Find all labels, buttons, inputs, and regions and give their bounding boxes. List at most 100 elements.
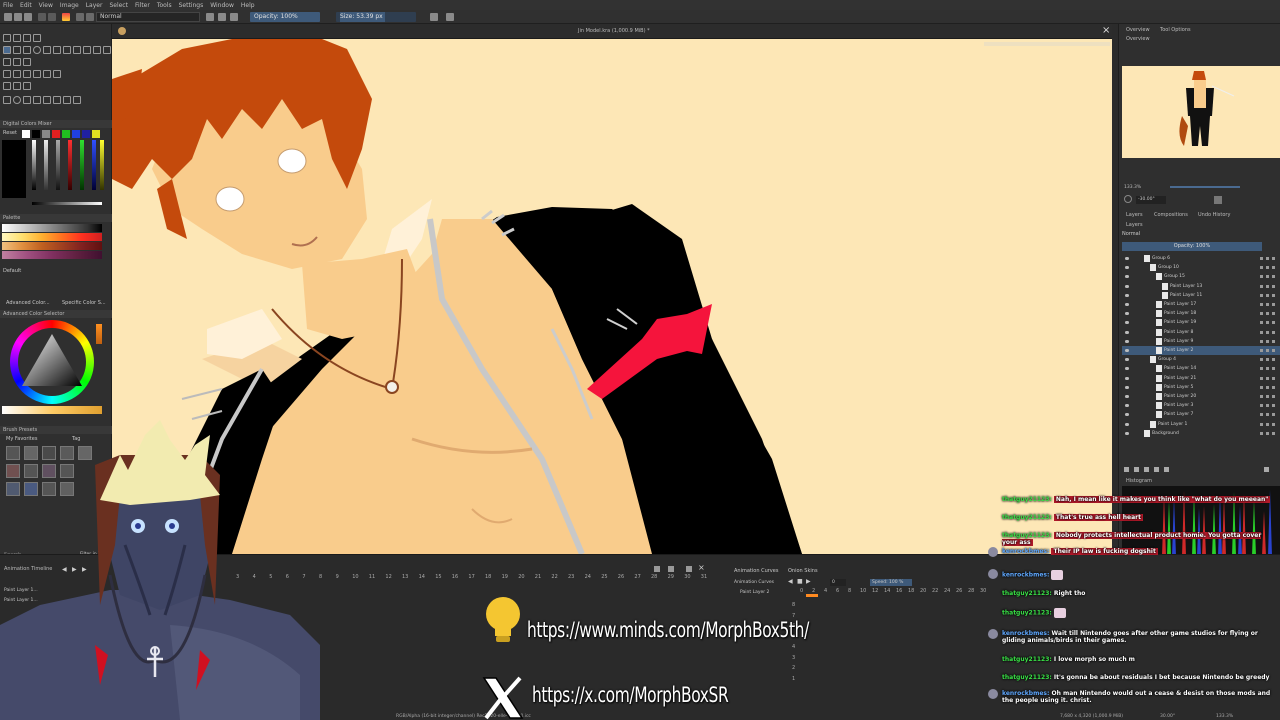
frame-number[interactable]: 27 — [634, 574, 640, 580]
alpha-icon[interactable] — [1272, 395, 1275, 398]
curve-frame-number[interactable]: 4 — [824, 588, 827, 594]
ellipse-tool-icon[interactable] — [33, 46, 41, 54]
inherit-alpha-icon[interactable] — [1266, 422, 1269, 426]
curve-frame-number[interactable]: 8 — [848, 588, 851, 594]
frame-number[interactable]: 31 — [701, 574, 707, 580]
layer-opacity-slider[interactable]: Opacity: 100% — [1122, 242, 1262, 251]
color-triangle[interactable] — [20, 332, 84, 390]
similar-select-icon[interactable] — [53, 96, 61, 104]
lock-icon[interactable] — [1260, 266, 1263, 270]
curves-play-icon[interactable]: ■ — [797, 578, 803, 585]
polygon-tool-icon[interactable] — [43, 46, 51, 54]
polygon-select-icon[interactable] — [23, 96, 31, 104]
lock-icon[interactable] — [1260, 312, 1263, 316]
curves-prev-icon[interactable]: ◀ — [788, 578, 793, 585]
float-panel-icon[interactable] — [686, 566, 692, 572]
frame-number[interactable]: 21 — [535, 574, 541, 580]
mixer-navy[interactable] — [82, 130, 90, 138]
mixer-green[interactable] — [62, 130, 70, 138]
layer-blend-select[interactable]: Normal — [1122, 231, 1140, 237]
lock-icon[interactable] — [1260, 422, 1263, 426]
layer-row[interactable]: Paint Layer 18 — [1122, 309, 1280, 318]
inherit-alpha-icon[interactable] — [1266, 385, 1269, 389]
curves-frame-ruler[interactable]: 0 2 4 6 8 10 12 14 16 18 20 22 24 26 28 30 — [800, 588, 990, 596]
curves-next-icon[interactable]: ▶ — [806, 578, 811, 585]
layer-row[interactable]: Paint Layer 11 — [1122, 291, 1280, 300]
alpha-icon[interactable] — [1272, 404, 1275, 408]
alpha-icon[interactable] — [1272, 413, 1275, 417]
palette-name[interactable]: Default — [3, 268, 21, 274]
lock-icon[interactable] — [1260, 395, 1263, 398]
speed-field[interactable]: Speed: 100 % — [870, 579, 912, 586]
close-panel-icon[interactable]: × — [698, 563, 705, 572]
frame-number[interactable]: 17 — [468, 574, 474, 580]
inherit-alpha-icon[interactable] — [1266, 266, 1269, 270]
mixer-black[interactable] — [32, 130, 40, 138]
layer-row[interactable]: Paint Layer 20 — [1122, 392, 1280, 401]
layer-row[interactable]: Paint Layer 5 — [1122, 383, 1280, 392]
frame-number[interactable]: 22 — [551, 574, 557, 580]
alpha-icon[interactable] — [1272, 330, 1275, 334]
frame-number[interactable]: 19 — [502, 574, 508, 580]
bezier-tool-icon[interactable] — [63, 46, 71, 54]
tab-undo-history[interactable]: Undo History — [1198, 211, 1230, 220]
inherit-alpha-icon[interactable] — [1266, 376, 1269, 380]
inherit-alpha-icon[interactable] — [1266, 395, 1269, 398]
zoom-slider[interactable] — [1170, 186, 1240, 188]
mixer-red[interactable] — [52, 130, 60, 138]
freehand-select-icon[interactable] — [33, 96, 41, 104]
layer-row[interactable]: Paint Layer 14 — [1122, 364, 1280, 373]
curve-frame-number[interactable]: 6 — [836, 588, 839, 594]
smart-patch-icon[interactable] — [103, 46, 111, 54]
lock-icon[interactable] — [1260, 431, 1263, 435]
frame-number[interactable]: 12 — [385, 574, 391, 580]
reset-button[interactable]: Reset — [3, 130, 17, 136]
lock-icon[interactable] — [1260, 275, 1263, 279]
tab-animation-curves[interactable]: Animation Curves — [734, 568, 778, 574]
overview-thumbnail[interactable] — [1122, 66, 1280, 158]
alpha-icon[interactable] — [1272, 431, 1275, 435]
tab-onion-skins[interactable]: Onion Skins — [788, 568, 818, 574]
visibility-eye-icon[interactable] — [1125, 422, 1129, 426]
inherit-alpha-icon[interactable] — [1266, 413, 1269, 417]
inherit-alpha-icon[interactable] — [1266, 349, 1269, 352]
contiguous-select-icon[interactable] — [43, 96, 51, 104]
lock-icon[interactable] — [1260, 293, 1263, 297]
curve-frame-number[interactable]: 14 — [884, 588, 890, 594]
lock-icon[interactable] — [1260, 404, 1263, 408]
color-history[interactable] — [96, 324, 102, 344]
visibility-eye-icon[interactable] — [1125, 293, 1129, 297]
tab-layers[interactable]: Layers — [1126, 211, 1143, 220]
menu-help[interactable]: Help — [241, 2, 255, 9]
mixer-gray[interactable] — [42, 130, 50, 138]
magnetic-select-icon[interactable] — [73, 96, 81, 104]
curve-frame-number[interactable]: 22 — [932, 588, 938, 594]
transform-tool-icon[interactable] — [23, 58, 31, 66]
layer-row[interactable]: Paint Layer 7 — [1122, 410, 1280, 419]
frame-number[interactable]: 15 — [435, 574, 441, 580]
tab-tool-options[interactable]: Tool Options — [1160, 26, 1191, 35]
curve-frame-number[interactable]: 0 — [800, 588, 803, 594]
move-tool-icon[interactable] — [13, 58, 21, 66]
frame-number[interactable]: 25 — [601, 574, 607, 580]
timeline-settings-icon[interactable] — [654, 566, 660, 572]
measure-tool-icon[interactable] — [13, 82, 21, 90]
new-document-icon[interactable] — [4, 13, 12, 21]
frame-number[interactable]: 20 — [518, 574, 524, 580]
lock-icon[interactable] — [1260, 358, 1263, 362]
visibility-eye-icon[interactable] — [1125, 376, 1129, 380]
alpha-icon[interactable] — [1272, 275, 1275, 279]
menu-tools[interactable]: Tools — [157, 2, 172, 9]
visibility-eye-icon[interactable] — [1125, 284, 1129, 288]
layer-row[interactable]: Paint Layer 2 — [1122, 346, 1280, 355]
curve-frame-number[interactable]: 24 — [944, 588, 950, 594]
frame-number-field[interactable]: 0 — [830, 579, 846, 586]
frame-number[interactable]: 28 — [651, 574, 657, 580]
curve-frame-number[interactable]: 10 — [860, 588, 866, 594]
visibility-eye-icon[interactable] — [1125, 257, 1129, 260]
polyline-tool-icon[interactable] — [53, 46, 61, 54]
close-document-icon[interactable]: × — [1102, 26, 1110, 36]
layer-row[interactable]: Group 6 — [1122, 254, 1280, 263]
curve-frame-number[interactable]: 28 — [968, 588, 974, 594]
layer-row[interactable]: Group 10 — [1122, 263, 1280, 272]
